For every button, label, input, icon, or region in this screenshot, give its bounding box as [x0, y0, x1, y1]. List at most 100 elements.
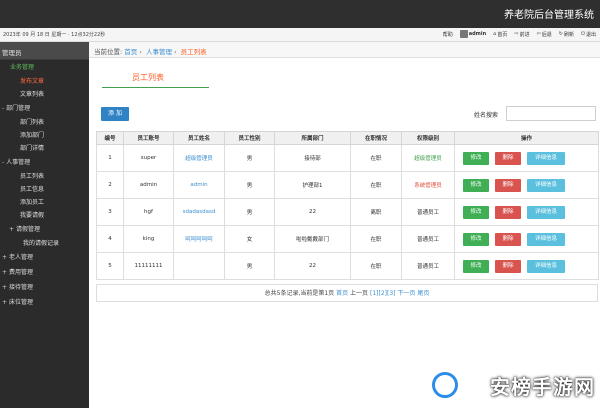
- sidebar-item[interactable]: 部门详情: [0, 142, 89, 155]
- cell-role: 系统管理员: [401, 171, 455, 199]
- sidebar-item-label: 部门列表: [20, 119, 45, 126]
- pager-first[interactable]: 首页: [336, 290, 348, 297]
- pager-summary: 总共5条记录,当前是第1页: [264, 290, 335, 297]
- info-bar: 2023年 09 月 18 日 星期一 · 12点32分22秒 帮助 admin…: [0, 28, 600, 42]
- sidebar-item[interactable]: 文章列表: [0, 88, 89, 101]
- detail-button[interactable]: 详细信息: [527, 205, 565, 219]
- detail-button[interactable]: 详细信息: [527, 151, 565, 165]
- row-actions: 修改 删除 详细信息: [455, 232, 598, 246]
- back-icon: ⇦: [536, 31, 541, 37]
- cell-dept: 接待部: [274, 144, 351, 172]
- expand-icon: +: [2, 254, 8, 261]
- cell-gender: 男: [224, 144, 275, 172]
- sidebar-item[interactable]: 员工信息: [0, 183, 89, 196]
- search-input[interactable]: [506, 106, 596, 121]
- add-button[interactable]: 添 加: [101, 107, 129, 121]
- breadcrumb-sep: ›: [139, 48, 142, 56]
- cell-role: 超级管理员: [401, 144, 455, 172]
- sidebar-item[interactable]: 添加部门: [0, 129, 89, 142]
- cell-actions: 修改 删除 详细信息: [454, 198, 599, 226]
- row-actions: 修改 删除 详细信息: [455, 178, 598, 192]
- sidebar-item[interactable]: - 部门管理: [0, 101, 89, 116]
- title-underline: [102, 87, 209, 88]
- cell-id: 5: [96, 252, 124, 280]
- detail-button[interactable]: 详细信息: [527, 259, 565, 273]
- sidebar-item[interactable]: + 请假管理: [0, 222, 89, 237]
- cell-dept: 护理部1: [274, 171, 351, 199]
- edit-button[interactable]: 修改: [463, 259, 489, 273]
- sidebar-item[interactable]: - 人事管理: [0, 155, 89, 170]
- sidebar-item[interactable]: 我的请假记录: [0, 237, 89, 250]
- edit-button[interactable]: 修改: [463, 205, 489, 219]
- cell-name[interactable]: admin: [173, 171, 225, 199]
- breadcrumb-section[interactable]: 人事管理: [146, 48, 172, 56]
- column-header: 权限级别: [401, 131, 455, 145]
- delete-button[interactable]: 删除: [495, 178, 521, 192]
- help-link[interactable]: 帮助: [443, 31, 453, 38]
- cell-status: 在职: [350, 225, 402, 253]
- logout-icon: ⏻: [581, 31, 585, 37]
- row-actions: 修改 删除 详细信息: [455, 259, 598, 273]
- delete-button[interactable]: 删除: [495, 232, 521, 246]
- collapse-icon: -: [2, 105, 5, 112]
- delete-button[interactable]: 删除: [495, 205, 521, 219]
- forward-link[interactable]: ⇨ 前进: [514, 31, 529, 38]
- cell-name[interactable]: [173, 252, 225, 280]
- edit-button[interactable]: 修改: [463, 232, 489, 246]
- home-icon: ⌂: [493, 31, 497, 37]
- sidebar-item[interactable]: + 费用管理: [0, 265, 89, 280]
- sidebar-item[interactable]: 发布文章: [0, 75, 89, 88]
- user-link[interactable]: admin: [459, 30, 487, 38]
- refresh-link[interactable]: ↻ 刷新: [559, 31, 574, 38]
- logout-link[interactable]: ⏻ 退出: [581, 31, 596, 38]
- page-title: 员工列表: [132, 73, 164, 82]
- edit-button[interactable]: 修改: [463, 151, 489, 165]
- breadcrumb-prefix: 当前位置:: [94, 48, 123, 56]
- cell-name[interactable]: 超级管理员: [173, 144, 225, 172]
- cell-role: 普通员工: [401, 225, 455, 253]
- cell-account: king: [123, 225, 174, 253]
- cell-actions: 修改 删除 详细信息: [454, 225, 599, 253]
- sidebar-item[interactable]: 部门列表: [0, 116, 89, 129]
- table-row: 5 11111111 男 22 在职 普通员工 修改 删除 详细信息: [96, 252, 599, 280]
- sidebar-item-label: 添加部门: [20, 132, 45, 139]
- expand-icon: +: [2, 269, 8, 276]
- home-link[interactable]: ⌂ 首页: [493, 31, 507, 38]
- sidebar-item[interactable]: + 床位管理: [0, 295, 89, 310]
- edit-button[interactable]: 修改: [463, 178, 489, 192]
- detail-button[interactable]: 详细信息: [527, 178, 565, 192]
- refresh-label: 刷新: [564, 31, 575, 38]
- sidebar-item[interactable]: + 接待管理: [0, 280, 89, 295]
- pager-pages[interactable]: [1][2][3]: [370, 290, 396, 297]
- cell-dept: 啦啦戴戴部门: [274, 225, 351, 253]
- table-row: 2 admin admin 男护理部1 在职 系统管理员 修改 删除 详细信息: [96, 171, 599, 199]
- sidebar-item[interactable]: 添加员工: [0, 196, 89, 209]
- delete-button[interactable]: 删除: [495, 259, 521, 273]
- username: admin: [468, 31, 487, 37]
- pager-prev[interactable]: 上一页: [350, 290, 368, 297]
- cell-id: 2: [96, 171, 124, 199]
- sidebar-item[interactable]: 我要请假: [0, 209, 89, 222]
- home-label: 首页: [497, 31, 508, 38]
- column-header: 员工账号: [123, 131, 174, 145]
- cell-name[interactable]: 呵呵呵呵呵: [173, 225, 225, 253]
- cell-gender: 男: [224, 252, 275, 280]
- back-link[interactable]: ⇦ 后退: [537, 31, 552, 38]
- breadcrumb-home[interactable]: 首页: [124, 48, 137, 56]
- cell-status: 在职: [350, 171, 402, 199]
- cell-account: super: [123, 144, 174, 172]
- cell-actions: 修改 删除 详细信息: [454, 171, 599, 199]
- pager-next[interactable]: 下一页: [397, 290, 415, 297]
- sidebar-item[interactable]: + 老人管理: [0, 250, 89, 265]
- detail-button[interactable]: 详细信息: [527, 232, 565, 246]
- forward-label: 前进: [519, 31, 530, 38]
- cell-name[interactable]: sdadasdasd: [173, 198, 225, 226]
- pager-last[interactable]: 尾页: [417, 290, 429, 297]
- cell-role: 普通员工: [401, 252, 455, 280]
- delete-button[interactable]: 删除: [495, 151, 521, 165]
- sidebar-item[interactable]: 员工列表: [0, 170, 89, 183]
- cell-status: 在职: [350, 252, 402, 280]
- table-body: 1 super 超级管理员男接待部 在职 超级管理员 修改 删除 详细信息 2 admin admi…: [96, 144, 599, 280]
- sidebar-item[interactable]: 业务管理: [0, 60, 89, 75]
- sidebar-item-label: 费用管理: [9, 269, 34, 276]
